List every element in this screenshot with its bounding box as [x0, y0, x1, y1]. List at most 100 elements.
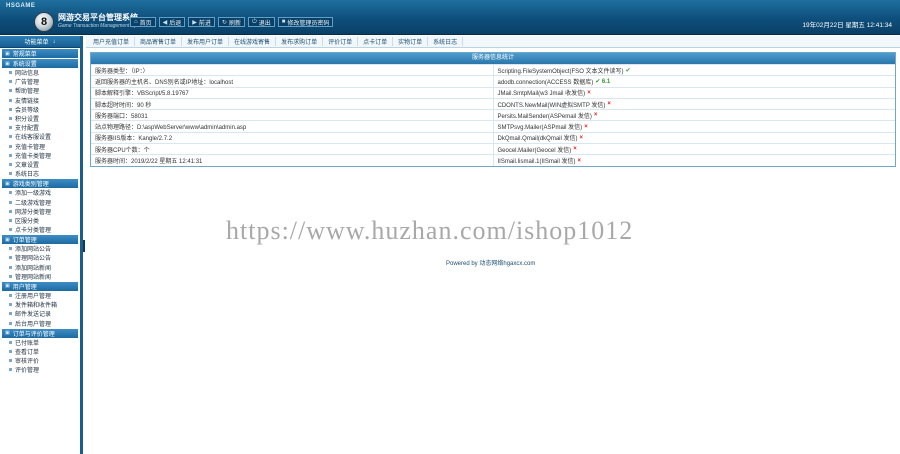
sidebar-item[interactable]: 评价管理 — [0, 365, 80, 374]
sidebar-item[interactable]: 审核评价 — [0, 356, 80, 365]
bullet-icon — [9, 126, 12, 130]
tab-8[interactable]: 系统日志 — [428, 37, 464, 46]
sidebar-item[interactable]: 发件箱和收件箱 — [0, 300, 80, 309]
table-row: 服务器CPU个数：个 Geocel.Mailer(Geocel 发信) × — [91, 143, 895, 155]
nav-button-0[interactable]: ⌂ 首页 — [130, 17, 156, 27]
tab-2[interactable]: 发布用户订单 — [182, 37, 230, 46]
sidebar-item-label: 网站信息 — [15, 71, 40, 78]
nav-button-label: 前进 — [198, 20, 211, 27]
tab-1[interactable]: 商品寄售订单 — [135, 37, 183, 46]
sidebar-item-label: 评价管理 — [15, 368, 40, 375]
table-row: 服务器时间：2019/2/22 星期五 12:41:31 IISmail.Iism… — [91, 154, 895, 166]
bullet-icon — [9, 144, 12, 148]
main-content: 服务器信息统计 服务器类型：（IP：） Scripting.FileSystemO… — [86, 48, 900, 454]
tab-0[interactable]: 用户充值订单 — [88, 37, 136, 46]
info-right-cell: adodb.connection(ACCESS 数据库) ✔ 6.1 — [492, 76, 896, 87]
sidebar-item[interactable]: 二级游戏管理 — [0, 197, 80, 207]
sidebar-item-label: 添加网站新闻 — [15, 265, 52, 272]
nav-button-label: 退出 — [258, 20, 271, 27]
watermark-text: https://www.huzhan.com/ishop1012 — [226, 216, 634, 245]
nav-button-3[interactable]: ↻ 刷新 — [217, 17, 245, 27]
nav-button-1[interactable]: ◀ 后退 — [158, 17, 186, 27]
sidebar-item-label: 管理网站公告 — [15, 256, 52, 263]
tab-7[interactable]: 实物订单 — [393, 37, 429, 46]
bullet-icon — [9, 153, 12, 157]
sidebar-section-4[interactable]: ▣ 用户管理 — [2, 281, 78, 291]
check-icon: ✔ — [625, 67, 631, 74]
sidebar-item[interactable]: 邮件发送记录 — [0, 309, 80, 318]
bullet-icon — [9, 303, 12, 307]
sidebar-sections: ▣ 常规菜单 ▣ 系统设置网站信息 广告管理 帮助管理 友情链接 会员等级 积分设置支付配置在线… — [0, 49, 80, 374]
sidebar-item-label: 管理网站新闻 — [15, 274, 52, 281]
sidebar-item[interactable]: 文章设置 — [0, 160, 80, 169]
sidebar-section-title: 订单管理 — [12, 238, 37, 245]
sidebar-item[interactable]: 在线客服设置 — [0, 132, 80, 141]
sidebar-section-3[interactable]: ▣ 订单管理 — [2, 235, 78, 245]
tab-5[interactable]: 评价订单 — [323, 37, 359, 46]
sidebar-section-5[interactable]: ▣ 订单与评价管理 — [2, 328, 78, 338]
sidebar-item-label: 邮件发送记录 — [15, 312, 52, 319]
sidebar-section-title: 常规菜单 — [12, 52, 37, 58]
nav-button-2[interactable]: ▶ 前进 — [188, 17, 215, 27]
logo-icon: 8 — [34, 12, 54, 32]
sidebar-item[interactable]: 后台用户管理 — [0, 319, 80, 328]
sidebar-item-label: 在线客服设置 — [15, 135, 52, 142]
sidebar-item[interactable]: 注册用户管理 — [0, 291, 80, 300]
cross-icon: × — [607, 101, 611, 108]
sidebar-item-label: 后台用户管理 — [15, 321, 52, 328]
tab-4[interactable]: 发布求购订单 — [276, 37, 324, 46]
sidebar-item[interactable]: 区服分类 — [0, 216, 80, 225]
nav-button-4[interactable]: ⏻ 退出 — [247, 17, 275, 27]
sidebar-item[interactable]: 添加网站公告 — [0, 244, 80, 253]
sidebar-item[interactable]: 管理网站新闻 — [0, 272, 80, 281]
top-nav: ⌂ 首页 ◀ 后退 ▶ 前进 ↻ 刷新 ⏻ 退出 ■ 修改管理员密码 — [130, 17, 334, 27]
sidebar-item[interactable]: 充值卡类管理 — [0, 151, 80, 160]
sidebar-item[interactable]: 会员等级 — [0, 105, 80, 114]
sidebar-item[interactable]: 网站信息 — [0, 68, 80, 77]
sidebar-item-label: 充值卡管理 — [15, 144, 46, 151]
cross-icon: × — [579, 134, 584, 141]
bullet-icon — [9, 172, 12, 176]
info-left-cell: 脚本解释引擎：VBScript/5.8.19767 — [95, 91, 189, 98]
sidebar: 功能菜单 ↓ ▣ 常规菜单 ▣ 系统设置网站信息 广告管理 帮助管理 友情链接 会员等级 积分设… — [0, 36, 83, 454]
info-left-cell: 脚本超时时间：90 秒 — [95, 102, 152, 109]
sidebar-item[interactable]: 友情链接 — [0, 96, 80, 105]
sidebar-head: 功能菜单 ↓ — [0, 36, 80, 48]
info-right-cell: DkQmail.Qmail(dkQmail 发信) × — [492, 132, 896, 144]
sidebar-item[interactable]: 积分设置 — [0, 114, 80, 123]
sidebar-item[interactable]: 充值卡管理 — [0, 142, 80, 151]
sidebar-item[interactable]: 添加网站新闻 — [0, 263, 80, 272]
sidebar-item-label: 支付配置 — [15, 126, 40, 133]
sidebar-splitter[interactable] — [83, 240, 85, 252]
sidebar-item[interactable]: 管理网站公告 — [0, 253, 80, 262]
info-left-cell: 站点物理路径：D:\aspWebServer\www\admin\admin.a… — [95, 125, 247, 132]
info-right-cell: JMail.SmtpMail(w3 Jmail 收发信) × — [492, 87, 896, 98]
brand-tag: HSGAME — [6, 3, 36, 9]
sidebar-item[interactable]: 支付配置 — [0, 123, 80, 132]
tab-3[interactable]: 在线游戏寄售 — [229, 37, 277, 46]
sidebar-item[interactable]: 网游分类管理 — [0, 207, 80, 216]
bullet-icon — [9, 256, 12, 260]
sidebar-item[interactable]: 点卡分类管理 — [0, 225, 80, 234]
info-left-cell: 服务器IIS版本：Kangle/2.7.2 — [95, 136, 173, 143]
sidebar-item[interactable]: 查看订单 — [0, 347, 80, 356]
nav-button-5[interactable]: ■ 修改管理员密码 — [277, 17, 334, 27]
sidebar-item[interactable]: 已付账单 — [0, 338, 80, 347]
tab-6[interactable]: 点卡订单 — [358, 37, 394, 46]
folder-icon: ▣ — [5, 60, 10, 67]
check-icon: ✔ 6.1 — [595, 78, 611, 85]
sidebar-section-0[interactable]: ▣ 常规菜单 — [2, 49, 78, 58]
sidebar-section-1[interactable]: ▣ 系统设置 — [2, 59, 78, 68]
table-row: 站点物理路径：D:\aspWebServer\www\admin\admin.a… — [91, 120, 895, 132]
home-icon: ⌂ — [134, 19, 138, 25]
sidebar-item[interactable]: 帮助管理 — [0, 86, 80, 95]
powered-by[interactable]: Powered by 动态网络hgaxcx.com — [446, 258, 535, 267]
collapse-icon[interactable]: ↓ — [53, 39, 56, 45]
sidebar-item[interactable]: 系统日志 — [0, 169, 80, 178]
server-info-table: 服务器信息统计 服务器类型：（IP：） Scripting.FileSystemO… — [90, 52, 896, 167]
sidebar-item-label: 系统日志 — [15, 172, 40, 179]
sidebar-item[interactable]: 添加一级游戏 — [0, 188, 80, 197]
sidebar-item[interactable]: 广告管理 — [0, 77, 80, 86]
cross-icon: × — [573, 146, 577, 153]
sidebar-section-2[interactable]: ▣ 游戏类别管理 — [2, 179, 78, 189]
